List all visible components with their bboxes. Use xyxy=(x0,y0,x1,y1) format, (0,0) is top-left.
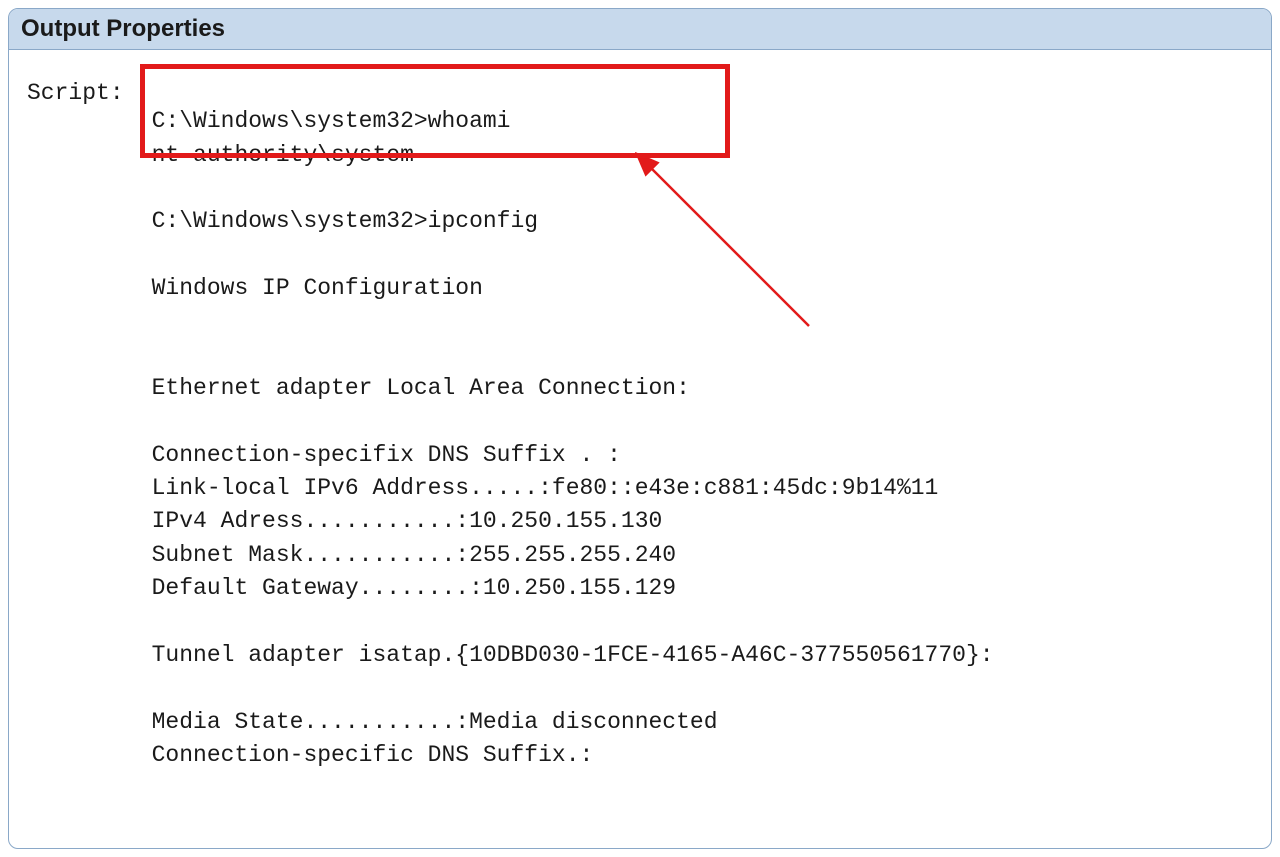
panel-body: Script: C:\Windows\system32>whoami nt au… xyxy=(9,50,1271,794)
output-line: C:\Windows\system32>ipconfig xyxy=(152,208,538,234)
panel-title: Output Properties xyxy=(21,15,1259,43)
output-line: Windows IP Configuration xyxy=(152,275,483,301)
output-line: Link-local IPv6 Address.....:fe80::e43e:… xyxy=(152,475,939,501)
output-line: Connection-specific DNS Suffix.: xyxy=(152,742,594,768)
script-field-label: Script: xyxy=(27,72,124,106)
output-line: C:\Windows\system32>whoami xyxy=(152,108,511,134)
panel-header: Output Properties xyxy=(9,9,1271,50)
output-line: Connection-specifix DNS Suffix . : xyxy=(152,442,621,468)
output-line: nt authority\system xyxy=(152,142,414,168)
output-line: IPv4 Adress...........:10.250.155.130 xyxy=(152,508,663,534)
output-line: Default Gateway........:10.250.155.129 xyxy=(152,575,677,601)
output-line: Media State...........:Media disconnecte… xyxy=(152,709,718,735)
output-line: Subnet Mask...........:255.255.255.240 xyxy=(152,542,677,568)
output-properties-panel: Output Properties Script: C:\Windows\sys… xyxy=(8,8,1272,849)
output-line: Ethernet adapter Local Area Connection: xyxy=(152,375,690,401)
output-line: Tunnel adapter isatap.{10DBD030-1FCE-416… xyxy=(152,642,994,668)
script-output-text: C:\Windows\system32>whoami nt authority\… xyxy=(152,72,994,772)
